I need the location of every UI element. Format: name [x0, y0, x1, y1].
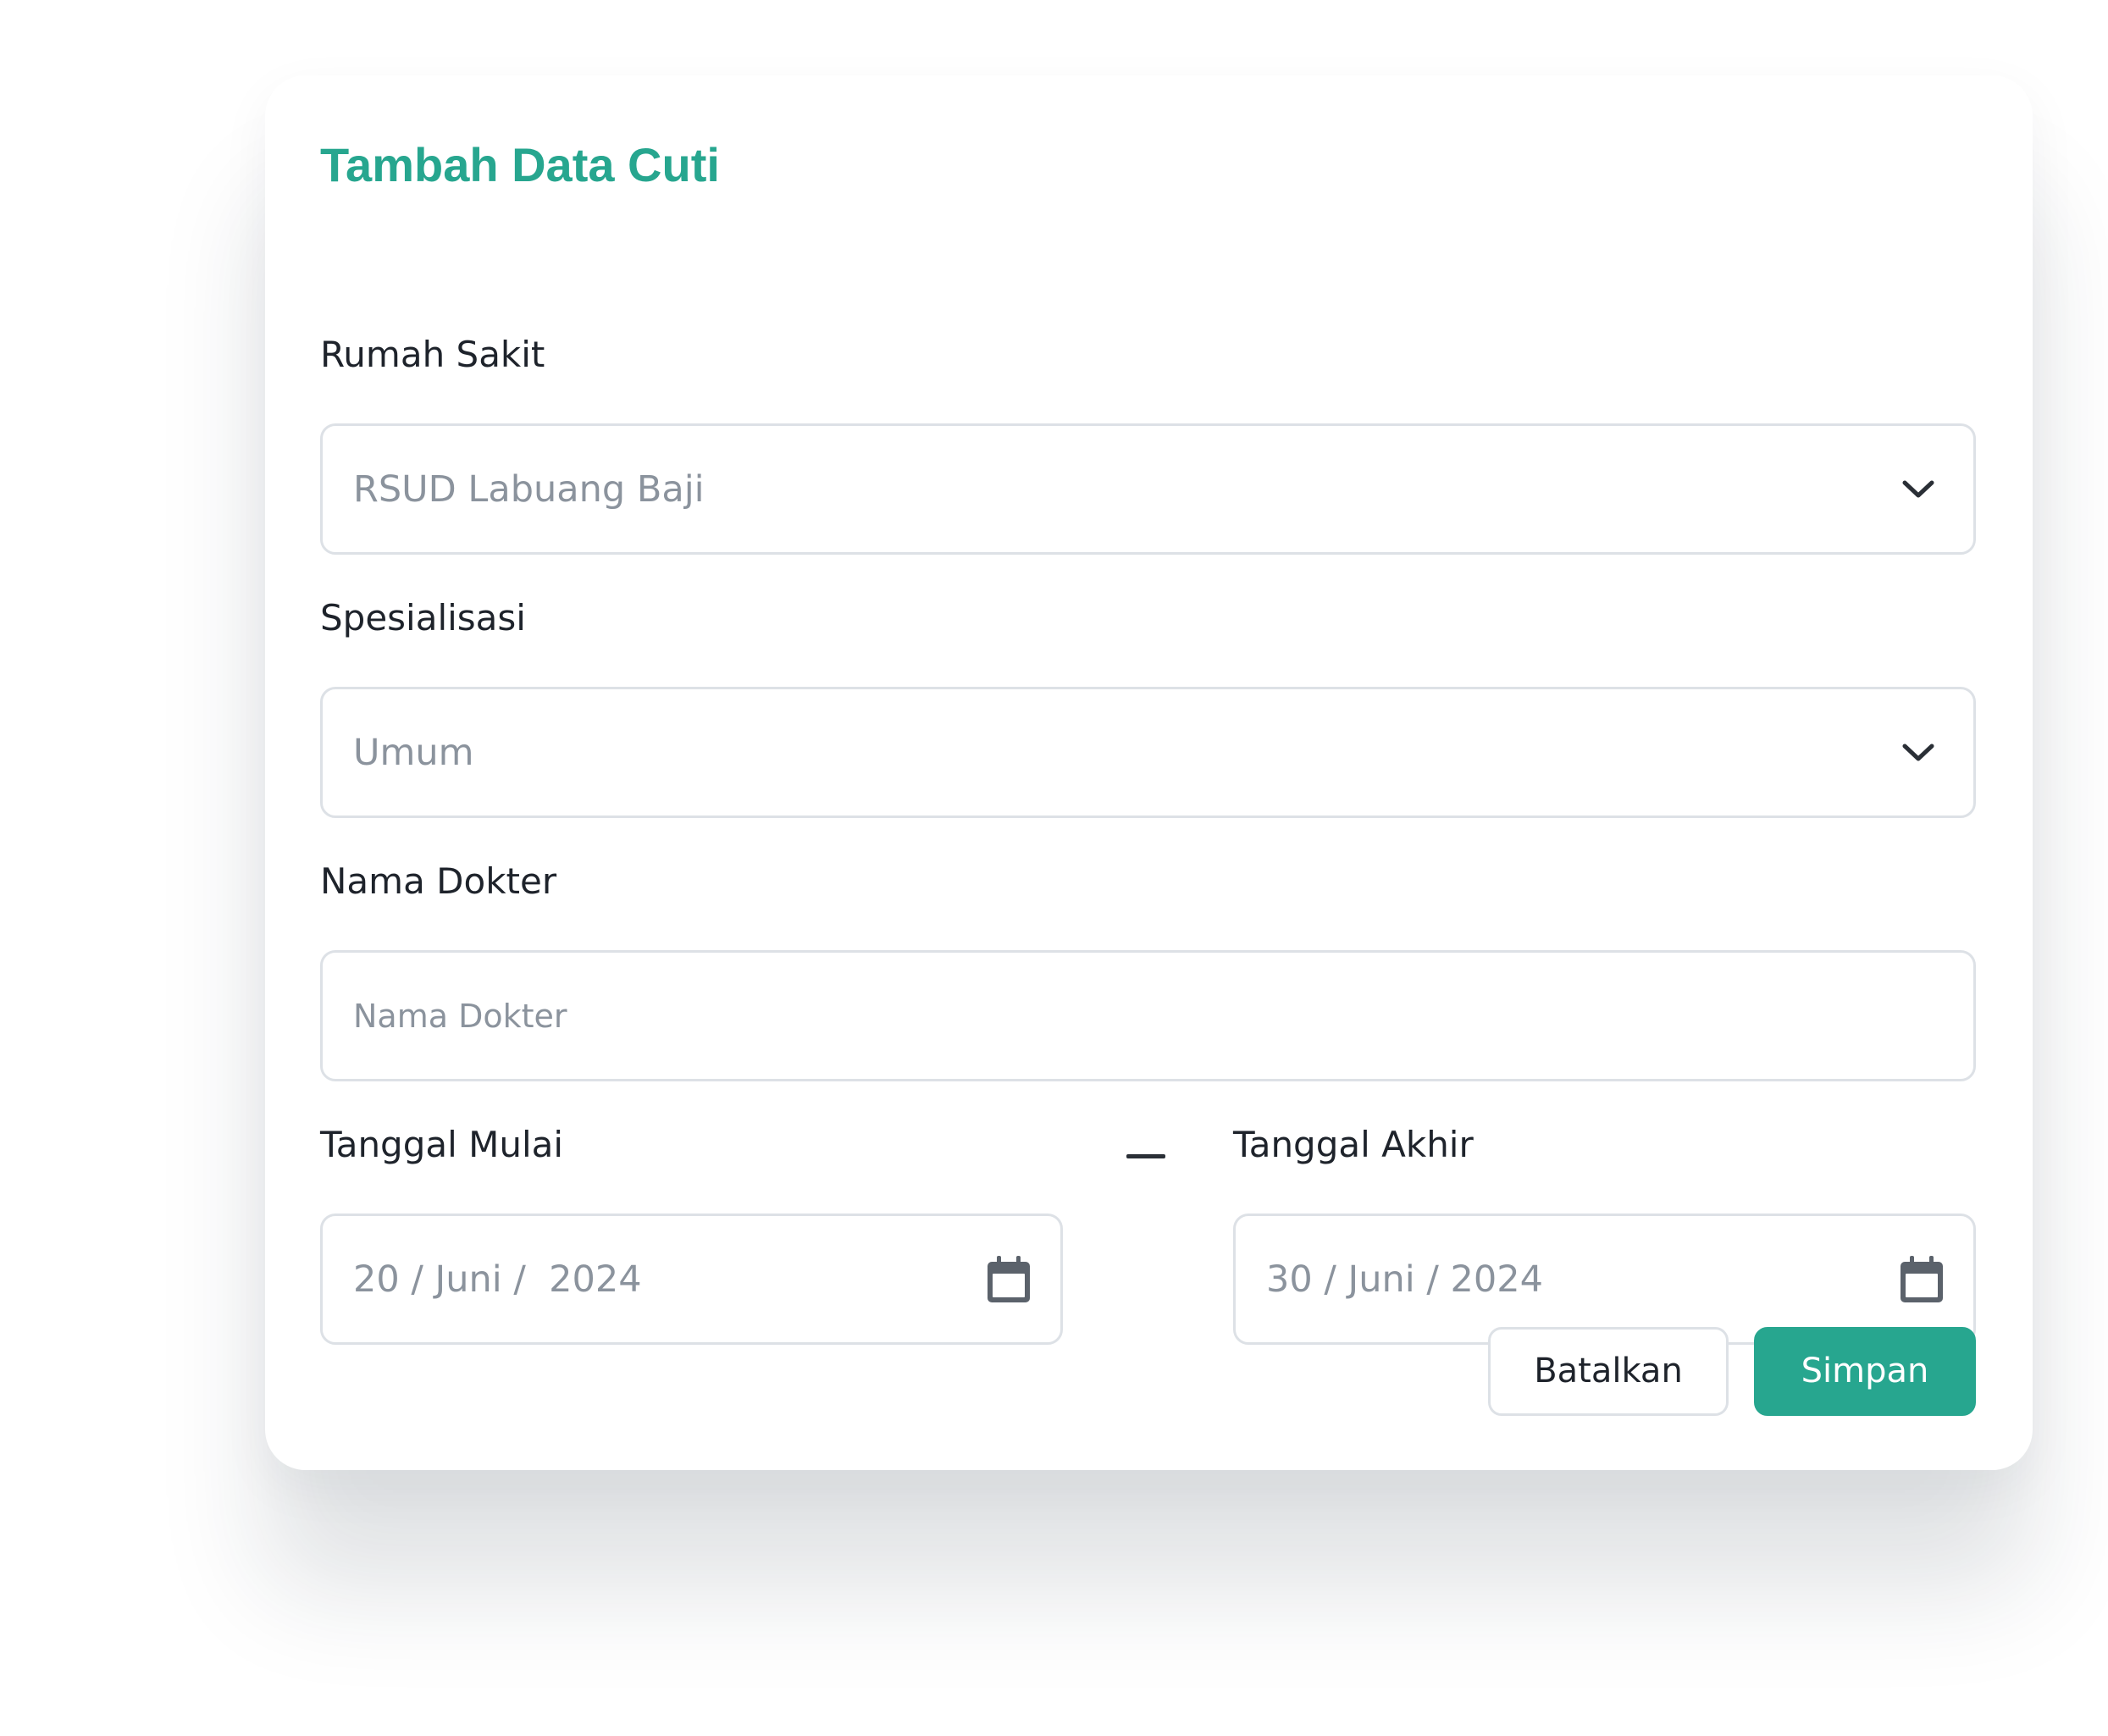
end-date-value: 30 / Juni / 2024	[1266, 1258, 1543, 1301]
hospital-select-value: RSUD Labuang Baji	[353, 467, 705, 511]
specialization-label: Spesialisasi	[320, 597, 526, 639]
date-range-separator	[1126, 1154, 1165, 1158]
cancel-button[interactable]: Batalkan	[1488, 1327, 1729, 1416]
start-date-value: 20 / Juni / 2024	[353, 1258, 642, 1301]
chevron-down-icon	[1902, 744, 1934, 760]
doctor-name-field	[320, 950, 1976, 1081]
calendar-icon[interactable]	[1899, 1254, 1945, 1305]
calendar-icon[interactable]	[986, 1254, 1032, 1305]
leave-form-dialog: Tambah Data Cuti Rumah Sakit RSUD Labuan…	[265, 75, 2033, 1470]
save-button[interactable]: Simpan	[1754, 1327, 1976, 1416]
hospital-label: Rumah Sakit	[320, 334, 545, 375]
chevron-down-icon	[1902, 480, 1934, 497]
end-date-label: Tanggal Akhir	[1233, 1124, 1474, 1165]
specialization-select-value: Umum	[353, 731, 474, 774]
dialog-title: Tambah Data Cuti	[320, 138, 720, 191]
end-date-picker[interactable]: 30 / Juni / 2024	[1233, 1214, 1976, 1345]
doctor-name-input[interactable]	[353, 997, 1878, 1035]
start-date-picker[interactable]: 20 / Juni / 2024	[320, 1214, 1063, 1345]
start-date-label: Tanggal Mulai	[320, 1124, 564, 1165]
doctor-name-label: Nama Dokter	[320, 860, 557, 902]
hospital-select[interactable]: RSUD Labuang Baji	[320, 423, 1976, 555]
specialization-select[interactable]: Umum	[320, 687, 1976, 818]
